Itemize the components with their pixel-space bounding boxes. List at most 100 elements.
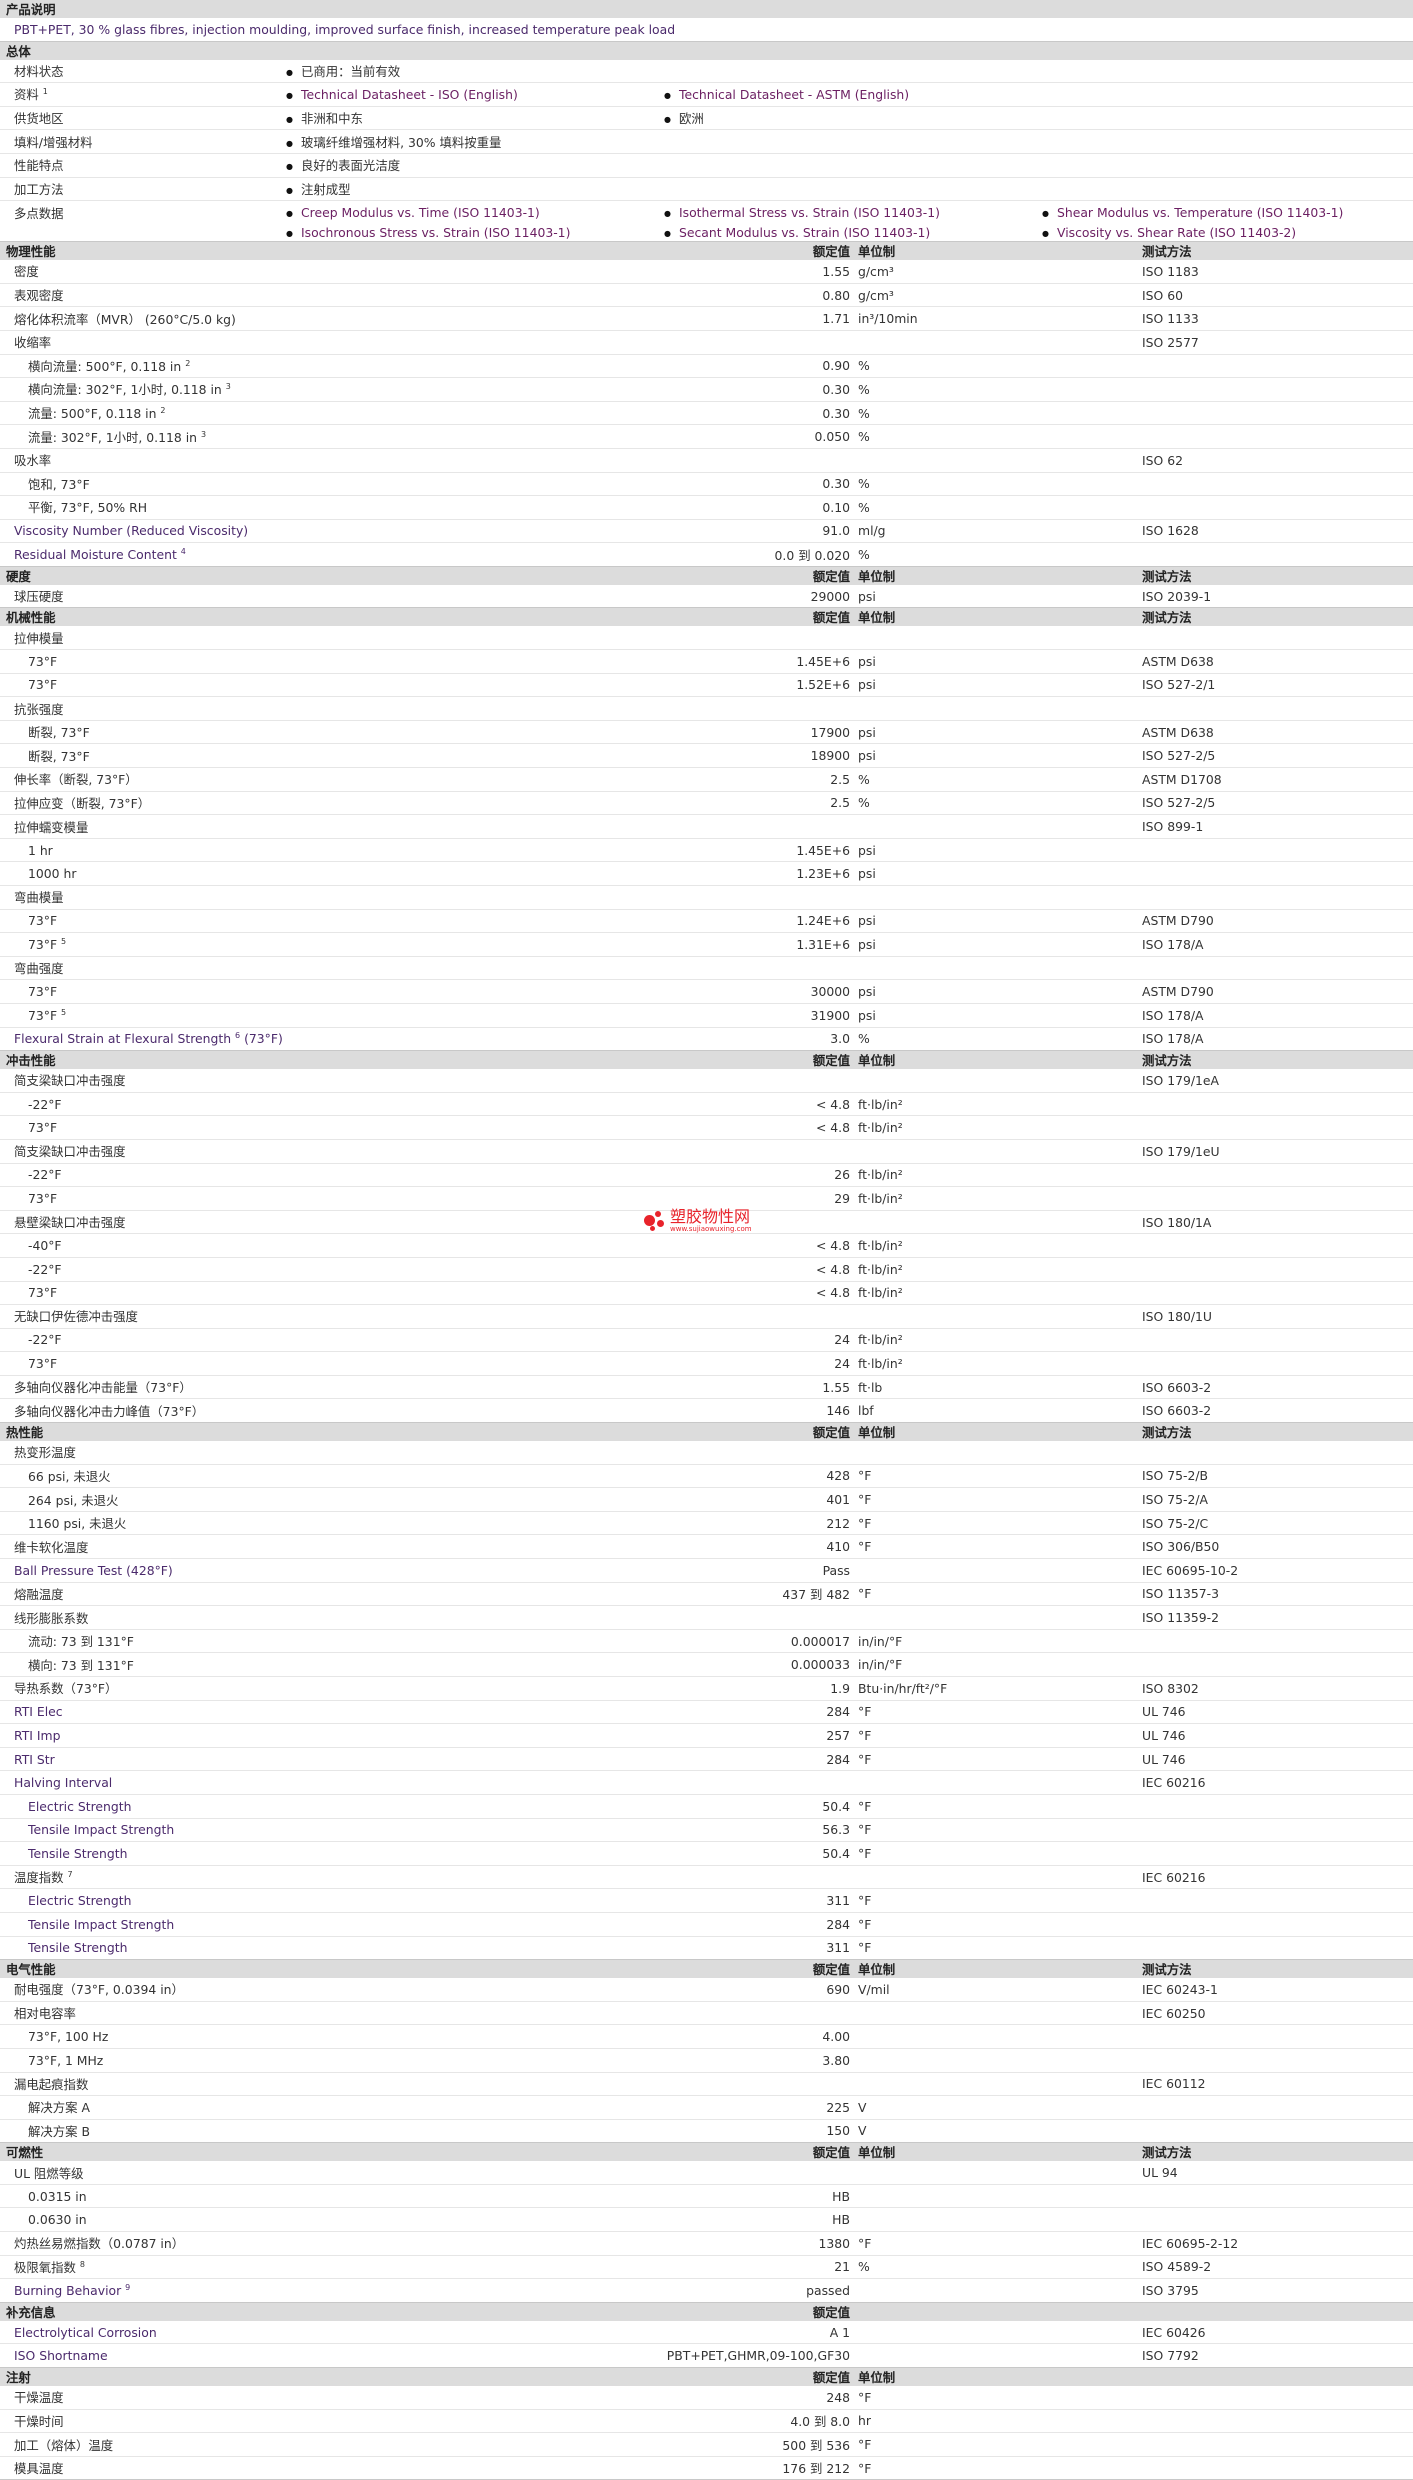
availability-row: 供货地区 非洲和中东 欧洲 [0, 106, 1413, 131]
property-unit: °F [854, 2386, 1136, 2410]
row-label: 性能特点 [0, 153, 280, 178]
property-unit: °F [854, 2231, 1136, 2256]
test-method [1136, 542, 1413, 567]
row-label: 资料 1 [0, 82, 280, 107]
property-value: 21 [658, 2255, 854, 2280]
property-unit: in/in/°F [854, 1629, 1136, 1654]
row-value: 注射成型 [280, 177, 1413, 202]
property-unit: ml/g [854, 519, 1136, 544]
test-method [1136, 1629, 1413, 1654]
property-label: 模具温度 [0, 2456, 658, 2480]
test-method [1136, 2409, 1413, 2434]
multipoint-link[interactable]: Secant Modulus vs. Strain (ISO 11403-1) [679, 225, 930, 240]
property-label: -22°F [0, 1092, 658, 1117]
property-unit [854, 2343, 1136, 2369]
property-label: 漏电起痕指数 [0, 2072, 658, 2097]
property-unit: g/cm³ [854, 260, 1136, 284]
property-row: 73°F 1.24E+6 psi ASTM D790 [0, 909, 1413, 934]
bullet-icon [664, 111, 679, 126]
test-method [1136, 1163, 1413, 1188]
property-unit: °F [854, 1888, 1136, 1913]
column-header-method: 测试方法 [1136, 1422, 1413, 1442]
property-label: 无缺口伊佐德冲击强度 [0, 1304, 658, 1329]
multipoint-link[interactable]: Isothermal Stress vs. Strain (ISO 11403-… [679, 205, 940, 220]
property-label: Electrolytical Corrosion [0, 2320, 658, 2345]
test-method: ISO 75-2/A [1136, 1487, 1413, 1512]
property-label: 264 psi, 未退火 [0, 1487, 658, 1512]
section-header-physical: 物理性能 额定值 单位制 测试方法 [0, 241, 1413, 261]
property-unit [854, 2207, 1136, 2233]
multipoint-link[interactable]: Creep Modulus vs. Time (ISO 11403-1) [301, 205, 540, 220]
property-value [658, 1865, 854, 1890]
property-label: RTI Imp [0, 1723, 658, 1748]
test-method: IEC 60112 [1136, 2072, 1413, 2097]
property-value: 50.4 [658, 1794, 854, 1819]
footnote-marker: 8 [79, 2259, 85, 2269]
property-label: Burning Behavior 9 [0, 2278, 658, 2303]
property-label: Tensile Strength [0, 1841, 658, 1866]
astm-datasheet-link[interactable]: Technical Datasheet - ASTM (English) [679, 87, 909, 102]
column-header-unit [854, 2302, 1136, 2321]
property-row: -22°F 24 ft·lb/in² [0, 1328, 1413, 1353]
footnote-marker: 4 [180, 547, 186, 557]
property-row: -22°F < 4.8 ft·lb/in² [0, 1092, 1413, 1117]
multipoint-link[interactable]: Shear Modulus vs. Temperature (ISO 11403… [1057, 205, 1343, 220]
multipoint-row: 多点数据 Creep Modulus vs. Time (ISO 11403-1… [0, 200, 1413, 243]
property-label: 维卡软化温度 [0, 1534, 658, 1560]
property-value: 690 [658, 1978, 854, 2002]
features-row: 性能特点 良好的表面光洁度 [0, 153, 1413, 178]
test-method: ISO 1628 [1136, 519, 1413, 544]
property-unit: °F [854, 1841, 1136, 1866]
property-unit: % [854, 2255, 1136, 2280]
property-value: 146 [658, 1398, 854, 1424]
bullet-icon [286, 225, 301, 240]
processing-value: 注射成型 [300, 181, 351, 197]
property-label: 73°F, 100 Hz [0, 2024, 658, 2049]
footnote-marker: 5 [61, 936, 67, 946]
property-unit: % [854, 424, 1136, 449]
property-row: 解决方案 A 225 V [0, 2095, 1413, 2120]
property-row: 热变形温度 [0, 1441, 1413, 1465]
property-value [658, 330, 854, 355]
property-label: 相对电容率 [0, 2001, 658, 2026]
property-value: 31900 [658, 1003, 854, 1028]
property-label: 熔化体积流率（MVR） (260°C/5.0 kg) [0, 306, 658, 331]
iso-datasheet-link[interactable]: Technical Datasheet - ISO (English) [301, 87, 518, 102]
multipoint-link[interactable]: Isochronous Stress vs. Strain (ISO 11403… [301, 225, 570, 240]
property-label: 简支梁缺口冲击强度 [0, 1139, 658, 1164]
test-method [1136, 1351, 1413, 1376]
bullet-icon [286, 111, 301, 126]
property-label: -22°F [0, 1163, 658, 1188]
property-value [658, 2161, 854, 2185]
property-unit: psi [854, 861, 1136, 886]
property-row: 漏电起痕指数 IEC 60112 [0, 2072, 1413, 2097]
property-value: 1.45E+6 [658, 649, 854, 674]
property-label: -40°F [0, 1233, 658, 1258]
test-method: ASTM D790 [1136, 909, 1413, 934]
property-row: RTI Imp 257 °F UL 746 [0, 1723, 1413, 1748]
property-row: -40°F < 4.8 ft·lb/in² [0, 1233, 1413, 1258]
column-header-nominal: 额定值 [658, 2367, 854, 2387]
property-row: 球压硬度 29000 psi ISO 2039-1 [0, 584, 1413, 609]
property-unit [854, 2024, 1136, 2049]
property-label: 多轴向仪器化冲击力峰值（73°F） [0, 1398, 658, 1424]
property-unit: % [854, 542, 1136, 567]
property-label: 73°F [0, 649, 658, 674]
features-value: 良好的表面光洁度 [300, 158, 401, 174]
property-unit: °F [854, 1511, 1136, 1536]
property-value: 56.3 [658, 1818, 854, 1843]
footnote-marker: 1 [42, 87, 48, 97]
bullet-icon [286, 64, 301, 79]
filler-row: 填料/增强材料 玻璃纤维增强材料, 30% 填料按重量 [0, 129, 1413, 154]
property-value: HB [658, 2207, 854, 2233]
bullet-icon [664, 205, 679, 220]
column-header-nominal: 额定值 [658, 2142, 854, 2162]
property-value: 150 [658, 2119, 854, 2144]
property-value: 1.9 [658, 1676, 854, 1701]
multipoint-link[interactable]: Viscosity vs. Shear Rate (ISO 11403-2) [1057, 225, 1296, 240]
property-value [658, 1304, 854, 1329]
property-value: 0.050 [658, 424, 854, 449]
test-method: ISO 3795 [1136, 2278, 1413, 2303]
property-value [658, 696, 854, 721]
property-value [658, 1139, 854, 1164]
